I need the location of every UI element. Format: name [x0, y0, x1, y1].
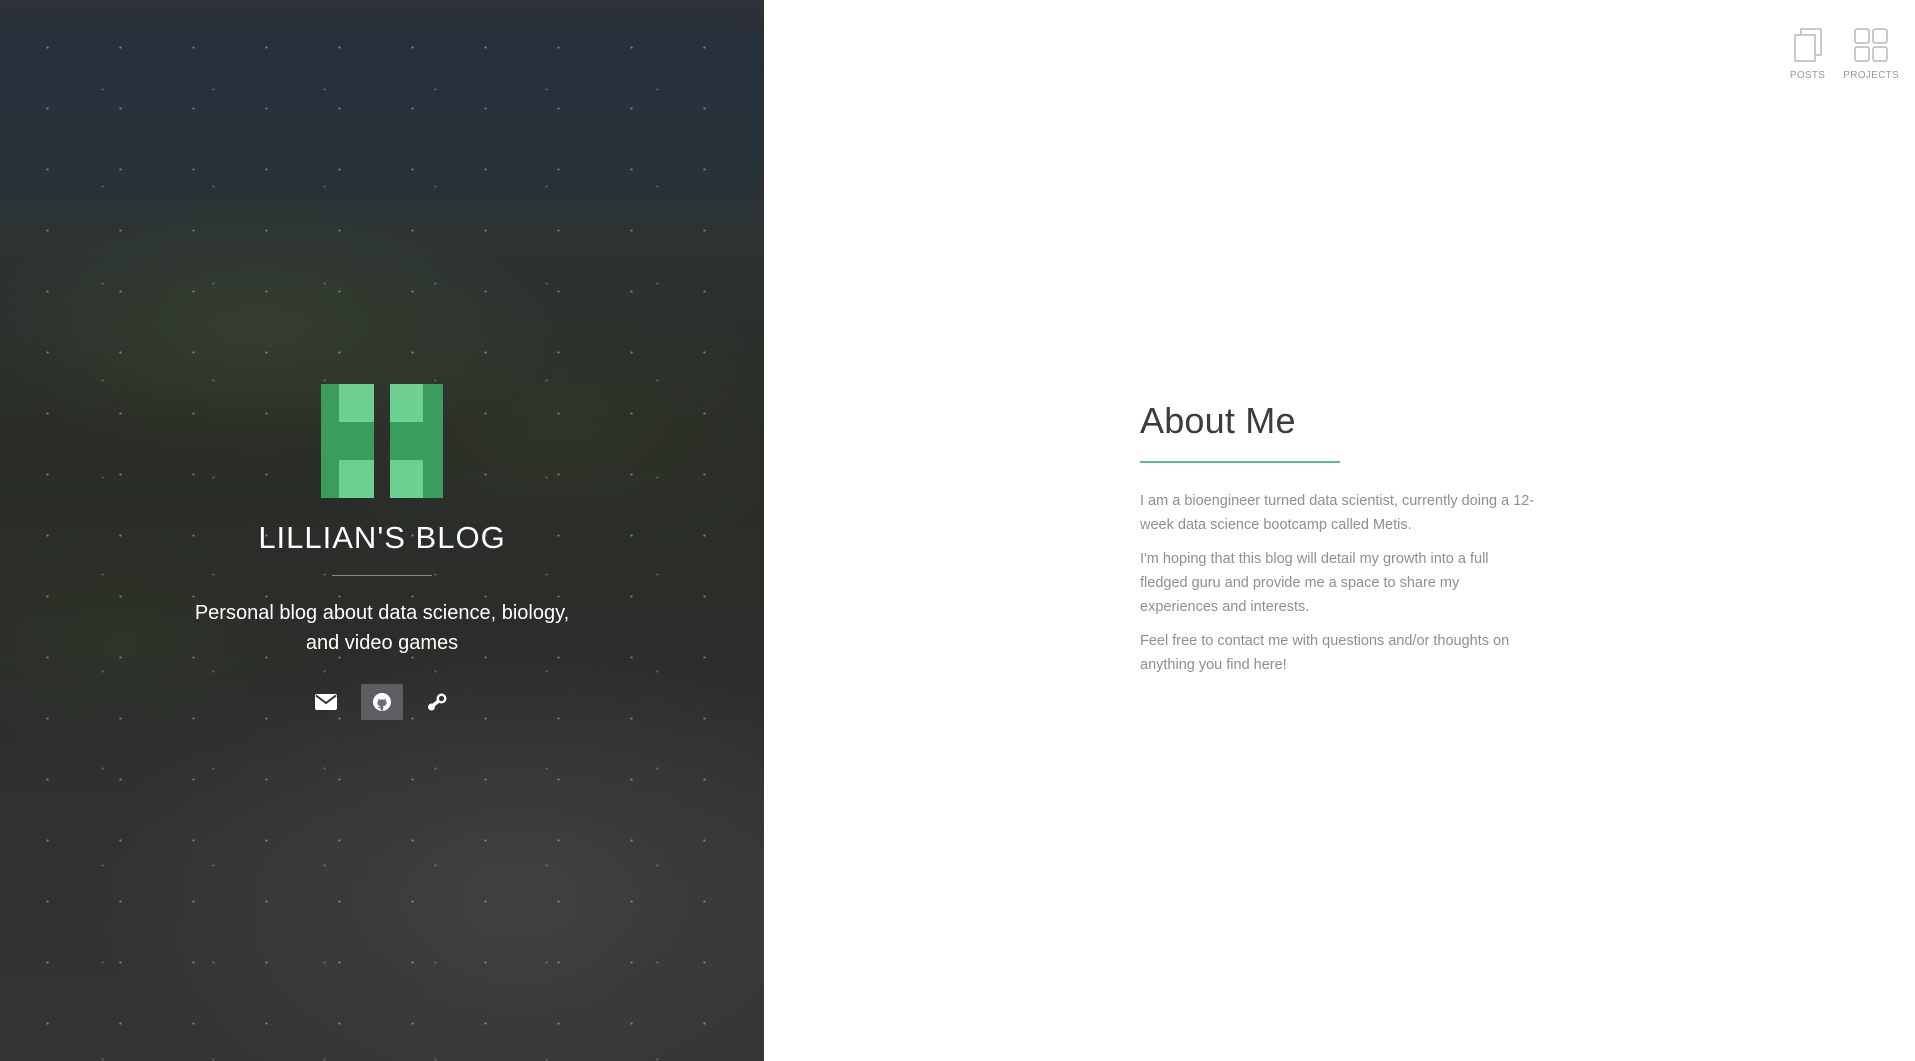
copy-icon — [1793, 28, 1822, 62]
nav-projects[interactable]: PROJECTS — [1843, 28, 1899, 81]
github-icon — [373, 693, 391, 711]
about-section: About Me I am a bioengineer turned data … — [1140, 400, 1560, 687]
about-heading-underline — [1140, 461, 1340, 463]
steam-button[interactable] — [417, 684, 459, 720]
grid-icon — [1854, 28, 1888, 62]
nav-projects-label: PROJECTS — [1843, 70, 1899, 81]
title-divider — [332, 575, 432, 576]
email-icon — [315, 694, 337, 710]
about-paragraph: I'm hoping that this blog will detail my… — [1140, 551, 1489, 615]
blog-logo-icon[interactable] — [321, 384, 443, 498]
github-button[interactable] — [361, 684, 403, 720]
page: LILLIAN'S BLOG Personal blog about data … — [0, 0, 1915, 1061]
blog-tagline: Personal blog about data science, biolog… — [194, 602, 570, 654]
nav-posts[interactable]: POSTS — [1790, 28, 1825, 81]
hero-content: LILLIAN'S BLOG Personal blog about data … — [0, 384, 764, 720]
about-paragraph: Feel free to contact me with questions a… — [1140, 633, 1510, 673]
nav-posts-label: POSTS — [1789, 70, 1826, 81]
about-heading: About Me — [1140, 400, 1296, 441]
hero-panel: LILLIAN'S BLOG Personal blog about data … — [0, 0, 764, 1061]
social-links — [0, 684, 764, 720]
steam-icon — [428, 693, 447, 711]
top-nav: POSTS PROJECTS — [1790, 28, 1899, 81]
email-button[interactable] — [305, 684, 347, 720]
blog-title[interactable]: LILLIAN'S BLOG — [0, 520, 764, 556]
about-paragraph: I am a bioengineer turned data scientist… — [1140, 493, 1535, 533]
